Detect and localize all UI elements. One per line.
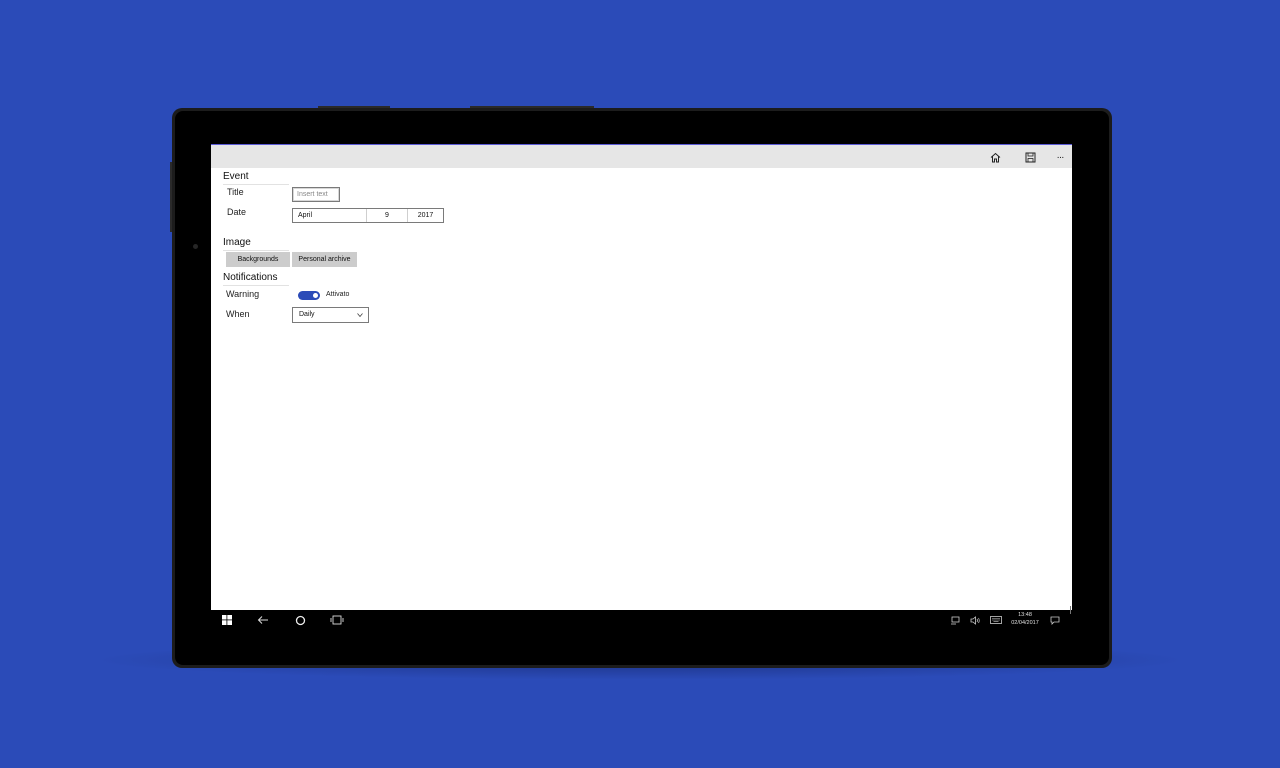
- toggle-knob: [313, 293, 318, 298]
- more-icon[interactable]: ···: [1051, 149, 1069, 165]
- image-section-header: Image: [223, 237, 251, 248]
- save-icon[interactable]: [1021, 149, 1039, 165]
- app-window: ··· Event Title Insert text Date April 9…: [211, 144, 1072, 610]
- when-value: Daily: [299, 311, 315, 318]
- when-label: When: [226, 309, 250, 319]
- date-picker[interactable]: April 9 2017: [292, 208, 444, 223]
- clock-time: 13:48: [1018, 612, 1032, 618]
- clock-date: 02/04/2017: [1011, 620, 1039, 626]
- notifications-section-header: Notifications: [223, 272, 278, 283]
- command-bar: ···: [211, 144, 1072, 168]
- search-icon[interactable]: [293, 613, 307, 627]
- action-center-icon[interactable]: [1049, 613, 1061, 627]
- title-label: Title: [227, 187, 244, 197]
- windows-icon[interactable]: [221, 613, 233, 627]
- volume-icon[interactable]: [969, 613, 981, 627]
- event-section-header: Event: [223, 171, 249, 182]
- back-icon[interactable]: [256, 613, 270, 627]
- date-label: Date: [227, 207, 247, 217]
- backgrounds-button[interactable]: Backgrounds: [226, 252, 290, 267]
- warning-toggle[interactable]: [298, 291, 320, 300]
- event-divider: [223, 184, 289, 185]
- title-input[interactable]: Insert text: [292, 187, 340, 202]
- notifications-divider: [223, 285, 289, 286]
- date-day[interactable]: 9: [367, 209, 408, 222]
- taskbar: 13:48 02/04/2017: [211, 610, 1072, 630]
- network-icon[interactable]: [949, 613, 961, 627]
- chevron-down-icon: [357, 313, 363, 318]
- date-month[interactable]: April: [293, 209, 367, 222]
- home-icon[interactable]: [986, 149, 1004, 165]
- clock[interactable]: 13:48 02/04/2017: [999, 611, 1051, 627]
- image-divider: [223, 250, 289, 251]
- date-year[interactable]: 2017: [408, 209, 443, 222]
- task-view-icon[interactable]: [329, 613, 345, 627]
- warning-label: Warning: [226, 289, 260, 299]
- personal-archive-button[interactable]: Personal archive: [292, 252, 357, 267]
- when-dropdown[interactable]: Daily: [292, 307, 369, 323]
- toggle-state-label: Attivato: [326, 291, 350, 298]
- screen-edge: [1070, 606, 1071, 614]
- camera-icon: [193, 244, 198, 249]
